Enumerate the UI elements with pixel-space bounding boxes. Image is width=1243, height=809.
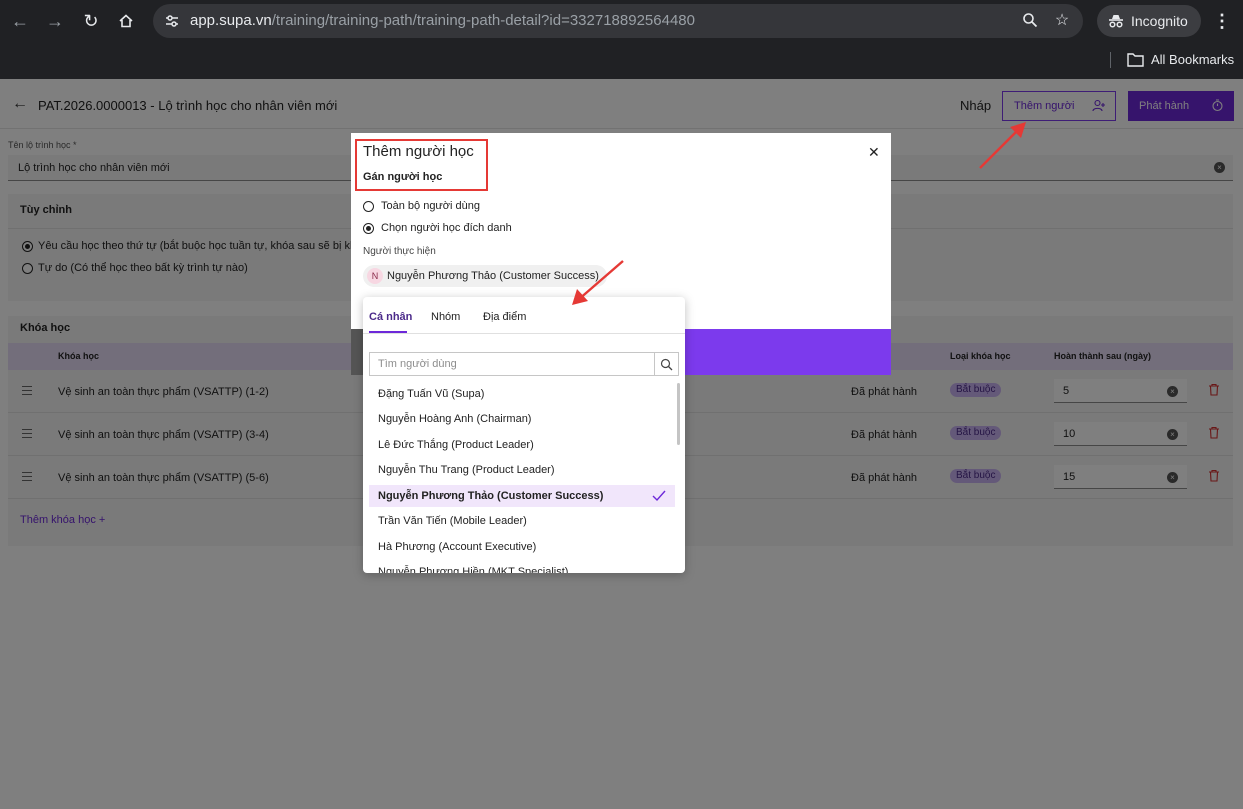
- browser-menu-icon[interactable]: ⋮: [1212, 9, 1232, 33]
- list-item[interactable]: Nguyễn Phương Hiền (MKT Specialist): [369, 561, 675, 573]
- selected-user-chip[interactable]: N Nguyễn Phương Thảo (Customer Success): [363, 265, 607, 287]
- tab-individual[interactable]: Cá nhân: [369, 311, 412, 323]
- list-item[interactable]: Nguyễn Thu Trang (Product Leader): [369, 459, 675, 481]
- radio-all-users[interactable]: [363, 201, 374, 212]
- picker-tabs: Cá nhân Nhóm Địa điểm: [363, 297, 685, 334]
- forward-arrow-icon[interactable]: →: [43, 9, 67, 33]
- reload-icon[interactable]: ↻: [79, 9, 103, 33]
- user-list: Đặng Tuấn Vũ (Supa) Nguyễn Hoàng Anh (Ch…: [363, 381, 685, 573]
- all-bookmarks-button[interactable]: All Bookmarks: [1127, 50, 1234, 70]
- user-picker-dropdown: Cá nhân Nhóm Địa điểm Đặng Tuấn Vũ (Supa…: [363, 297, 685, 573]
- radio-all-users-label: Toàn bộ người dùng: [381, 200, 480, 212]
- incognito-badge[interactable]: Incognito: [1097, 5, 1201, 37]
- tab-group[interactable]: Nhóm: [431, 311, 460, 323]
- modal-footer-primary[interactable]: [685, 329, 891, 375]
- modal-footer-secondary[interactable]: [351, 329, 363, 375]
- incognito-label: Incognito: [1131, 13, 1188, 29]
- list-item-selected[interactable]: Nguyễn Phương Thảo (Customer Success): [369, 485, 675, 507]
- scrollbar-thumb[interactable]: [677, 383, 680, 445]
- browser-toolbar: ← → ↻ app.supa.vn/training/training-path…: [0, 0, 1243, 42]
- bookmark-star-icon[interactable]: ☆: [1053, 12, 1071, 30]
- list-item[interactable]: Trần Văn Tiến (Mobile Leader): [369, 510, 675, 532]
- tab-location[interactable]: Địa điểm: [483, 311, 526, 323]
- radio-specific-users[interactable]: [363, 223, 374, 234]
- back-arrow-icon[interactable]: ←: [8, 9, 32, 33]
- list-item[interactable]: Lê Đức Thắng (Product Leader): [369, 434, 675, 456]
- incognito-icon: [1109, 15, 1123, 28]
- close-icon[interactable]: ✕: [868, 144, 880, 161]
- performer-label: Người thực hiện: [363, 246, 436, 257]
- home-icon[interactable]: [114, 9, 138, 33]
- bookmarks-bar: All Bookmarks: [0, 42, 1243, 79]
- check-icon: [652, 490, 666, 502]
- user-search-input[interactable]: [370, 353, 654, 375]
- site-settings-icon[interactable]: [163, 12, 181, 30]
- search-button[interactable]: [655, 352, 679, 376]
- list-item[interactable]: Đặng Tuấn Vũ (Supa): [369, 383, 675, 405]
- search-icon: [660, 358, 673, 371]
- bookmarks-divider: [1110, 52, 1111, 68]
- active-tab-indicator: [369, 331, 407, 333]
- avatar: N: [367, 268, 383, 284]
- radio-specific-users-label: Chọn người học đích danh: [381, 222, 512, 234]
- address-bar[interactable]: app.supa.vn/training/training-path/train…: [153, 4, 1083, 38]
- user-search-box: [369, 352, 655, 376]
- list-item[interactable]: Nguyễn Hoàng Anh (Chairman): [369, 408, 675, 430]
- zoom-icon[interactable]: [1021, 12, 1039, 30]
- annotation-highlight-box: [355, 139, 488, 191]
- folder-icon: [1127, 53, 1144, 67]
- url-text[interactable]: app.supa.vn/training/training-path/train…: [190, 4, 695, 38]
- browser-chrome: ← → ↻ app.supa.vn/training/training-path…: [0, 0, 1243, 79]
- list-item[interactable]: Hà Phương (Account Executive): [369, 536, 675, 558]
